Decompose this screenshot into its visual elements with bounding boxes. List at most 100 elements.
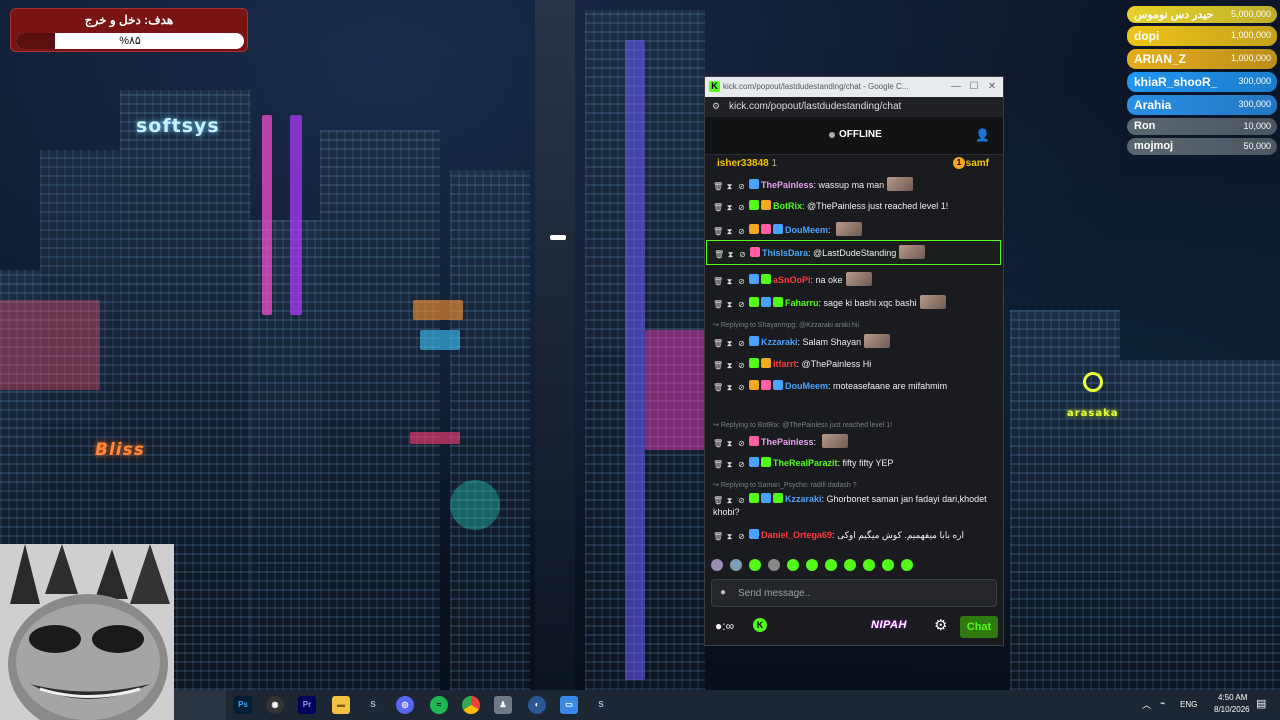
chat-message[interactable]: 🗑 ⧗ ⊘ DouMeem: moteasefaane are mifahmim (713, 380, 999, 393)
network-icon[interactable]: ⌁ (1160, 698, 1165, 709)
timeout-icon[interactable]: ⧗ (725, 439, 734, 448)
clock-time[interactable]: 4:50 AM (1218, 693, 1247, 702)
chat-username[interactable]: itfarrt (773, 359, 797, 369)
reply-context[interactable]: ↪ Replying to Saman_Psycho: radifi dadas… (713, 481, 857, 489)
clock-date[interactable]: 8/10/2026 (1214, 705, 1250, 714)
timeout-icon[interactable]: ⧗ (726, 250, 735, 259)
chat-message-input[interactable] (738, 584, 988, 602)
ban-icon[interactable]: ⊘ (737, 460, 746, 469)
timeout-icon[interactable]: ⧗ (725, 339, 734, 348)
emote-icon[interactable] (863, 559, 875, 571)
timeout-icon[interactable]: ⧗ (725, 277, 734, 286)
ban-icon[interactable]: ⊘ (737, 227, 746, 236)
chat-username[interactable]: BotRix (773, 201, 802, 211)
timeout-icon[interactable]: ⧗ (725, 383, 734, 392)
ban-icon[interactable]: ⊘ (737, 439, 746, 448)
settings-gear-icon[interactable]: ⚙ (934, 616, 947, 634)
address-bar[interactable]: ⚙ kick.com/popout/lastdudestanding/chat (705, 97, 1003, 117)
notification-icon[interactable]: ▤ (1256, 697, 1266, 710)
ban-icon[interactable]: ⊘ (738, 250, 747, 259)
chat-messages[interactable]: 🗑 ⧗ ⊘ ThePainless: wassup ma man 🗑 ⧗ ⊘ BotRix: … (705, 175, 1003, 555)
delete-icon[interactable]: 🗑 (713, 339, 723, 348)
timeout-icon[interactable]: ⧗ (725, 532, 734, 541)
extensions-icon[interactable]: ●:∞ (715, 619, 734, 633)
close-button[interactable]: ✕ (985, 80, 999, 94)
steam-app-icon[interactable]: S (592, 696, 610, 714)
ban-icon[interactable]: ⊘ (737, 532, 746, 541)
chat-username[interactable]: DouMeem (785, 381, 828, 391)
ban-icon[interactable]: ⊘ (737, 277, 746, 286)
delete-icon[interactable]: 🗑 (713, 277, 723, 286)
delete-icon[interactable]: 🗑 (713, 439, 723, 448)
chat-username[interactable]: Faharru (785, 298, 819, 308)
chat-input-box[interactable]: ● (711, 579, 997, 607)
nipah-brand[interactable]: NIPAH (871, 619, 907, 631)
delete-icon[interactable]: 🗑 (713, 496, 723, 505)
delete-icon[interactable]: 🗑 (713, 532, 723, 541)
premiere-icon[interactable]: Pr (298, 696, 316, 714)
emote-icon[interactable] (787, 559, 799, 571)
delete-icon[interactable]: 🗑 (713, 227, 723, 236)
chat-message[interactable]: 🗑 ⧗ ⊘ Faharru: sage ki bashi xqc bashi (713, 295, 999, 310)
chat-message[interactable]: 🗑 ⧗ ⊘ aSnOoPi: na oke (713, 272, 999, 287)
taskbar-search[interactable] (174, 690, 226, 720)
chat-username[interactable]: Kzzaraki (785, 494, 822, 504)
emote-icon[interactable] (844, 559, 856, 571)
timeout-icon[interactable]: ⧗ (725, 460, 734, 469)
file-explorer-icon[interactable]: ▬ (332, 696, 350, 714)
chat-message[interactable]: 🗑 ⧗ ⊘ Kzzaraki: Salam Shayan (713, 334, 999, 349)
emote-icon[interactable] (711, 559, 723, 571)
ban-icon[interactable]: ⊘ (737, 203, 746, 212)
chat-message[interactable]: 🗑 ⧗ ⊘ ThePainless: (713, 434, 999, 449)
window-app-icon[interactable]: ▭ (560, 696, 578, 714)
delete-icon[interactable]: 🗑 (713, 182, 723, 191)
chat-message[interactable]: 🗑 ⧗ ⊘ TheRealParazit: fifty fifty YEP (713, 457, 999, 470)
emote-icon[interactable] (749, 559, 761, 571)
chat-username[interactable]: aSnOoPi (773, 275, 811, 285)
pinned-right-user[interactable]: samf (966, 158, 989, 169)
kick-k-icon[interactable]: K (753, 618, 767, 632)
app-icon[interactable]: ♟ (494, 696, 512, 714)
timeout-icon[interactable]: ⧗ (725, 361, 734, 370)
timeout-icon[interactable]: ⧗ (725, 496, 734, 505)
language-indicator[interactable]: ENG (1180, 700, 1197, 709)
timeout-icon[interactable]: ⧗ (725, 182, 734, 191)
timeout-icon[interactable]: ⧗ (725, 203, 734, 212)
delete-icon[interactable]: 🗑 (713, 203, 723, 212)
chat-username[interactable]: Kzzaraki (761, 337, 798, 347)
emote-icon[interactable] (730, 559, 742, 571)
chrome-icon[interactable] (462, 696, 480, 714)
send-chat-button[interactable]: Chat (960, 616, 998, 638)
chat-message[interactable]: 🗑 ⧗ ⊘ BotRix: @ThePainless just reached lev… (713, 200, 999, 213)
delete-icon[interactable]: 🗑 (714, 250, 724, 259)
reply-context[interactable]: ↪ Replying to BotRix: @ThePainless just … (713, 421, 892, 429)
emote-picker-icon[interactable]: ● (720, 587, 726, 598)
chat-message[interactable]: 🗑 ⧗ ⊘ Kzzaraki: Ghorbonet saman jan fadayi … (713, 493, 999, 519)
chat-username[interactable]: TheRealParazit (773, 458, 838, 468)
ban-icon[interactable]: ⊘ (737, 496, 746, 505)
steam-icon[interactable]: S (364, 696, 382, 714)
delete-icon[interactable]: 🗑 (713, 361, 723, 370)
maximize-button[interactable]: ☐ (967, 80, 981, 94)
delete-icon[interactable]: 🗑 (713, 300, 723, 309)
site-settings-icon[interactable]: ⚙ (712, 101, 720, 112)
chat-username[interactable]: DouMeem (785, 225, 828, 235)
recent-emotes[interactable] (711, 559, 1001, 575)
discord-icon[interactable]: ◎ (396, 696, 414, 714)
chat-message[interactable]: 🗑 ⧗ ⊘ Daniel_Ortega69: اره بابا میفهمیم. کو… (713, 529, 999, 542)
timeout-icon[interactable]: ⧗ (725, 300, 734, 309)
emote-icon[interactable] (768, 559, 780, 571)
chat-username[interactable]: ThisIsDara (762, 248, 808, 258)
ban-icon[interactable]: ⊘ (737, 182, 746, 191)
photoshop-icon[interactable]: Ps (234, 696, 252, 714)
emote-icon[interactable] (882, 559, 894, 571)
timeout-icon[interactable]: ⧗ (725, 227, 734, 236)
browser-icon[interactable]: ◐ (528, 696, 546, 714)
window-titlebar[interactable]: K kick.com/popout/lastdudestanding/chat … (705, 77, 1003, 97)
tray-overflow-icon[interactable]: ︿ (1142, 698, 1151, 711)
minimize-button[interactable]: — (949, 80, 963, 94)
pinned-username[interactable]: isher33848 1 (717, 158, 777, 169)
chat-message[interactable]: 🗑 ⧗ ⊘ itfarrt: @ThePainless Hi (713, 358, 999, 371)
chat-username[interactable]: Daniel_Ortega69 (761, 530, 832, 540)
emote-icon[interactable] (806, 559, 818, 571)
